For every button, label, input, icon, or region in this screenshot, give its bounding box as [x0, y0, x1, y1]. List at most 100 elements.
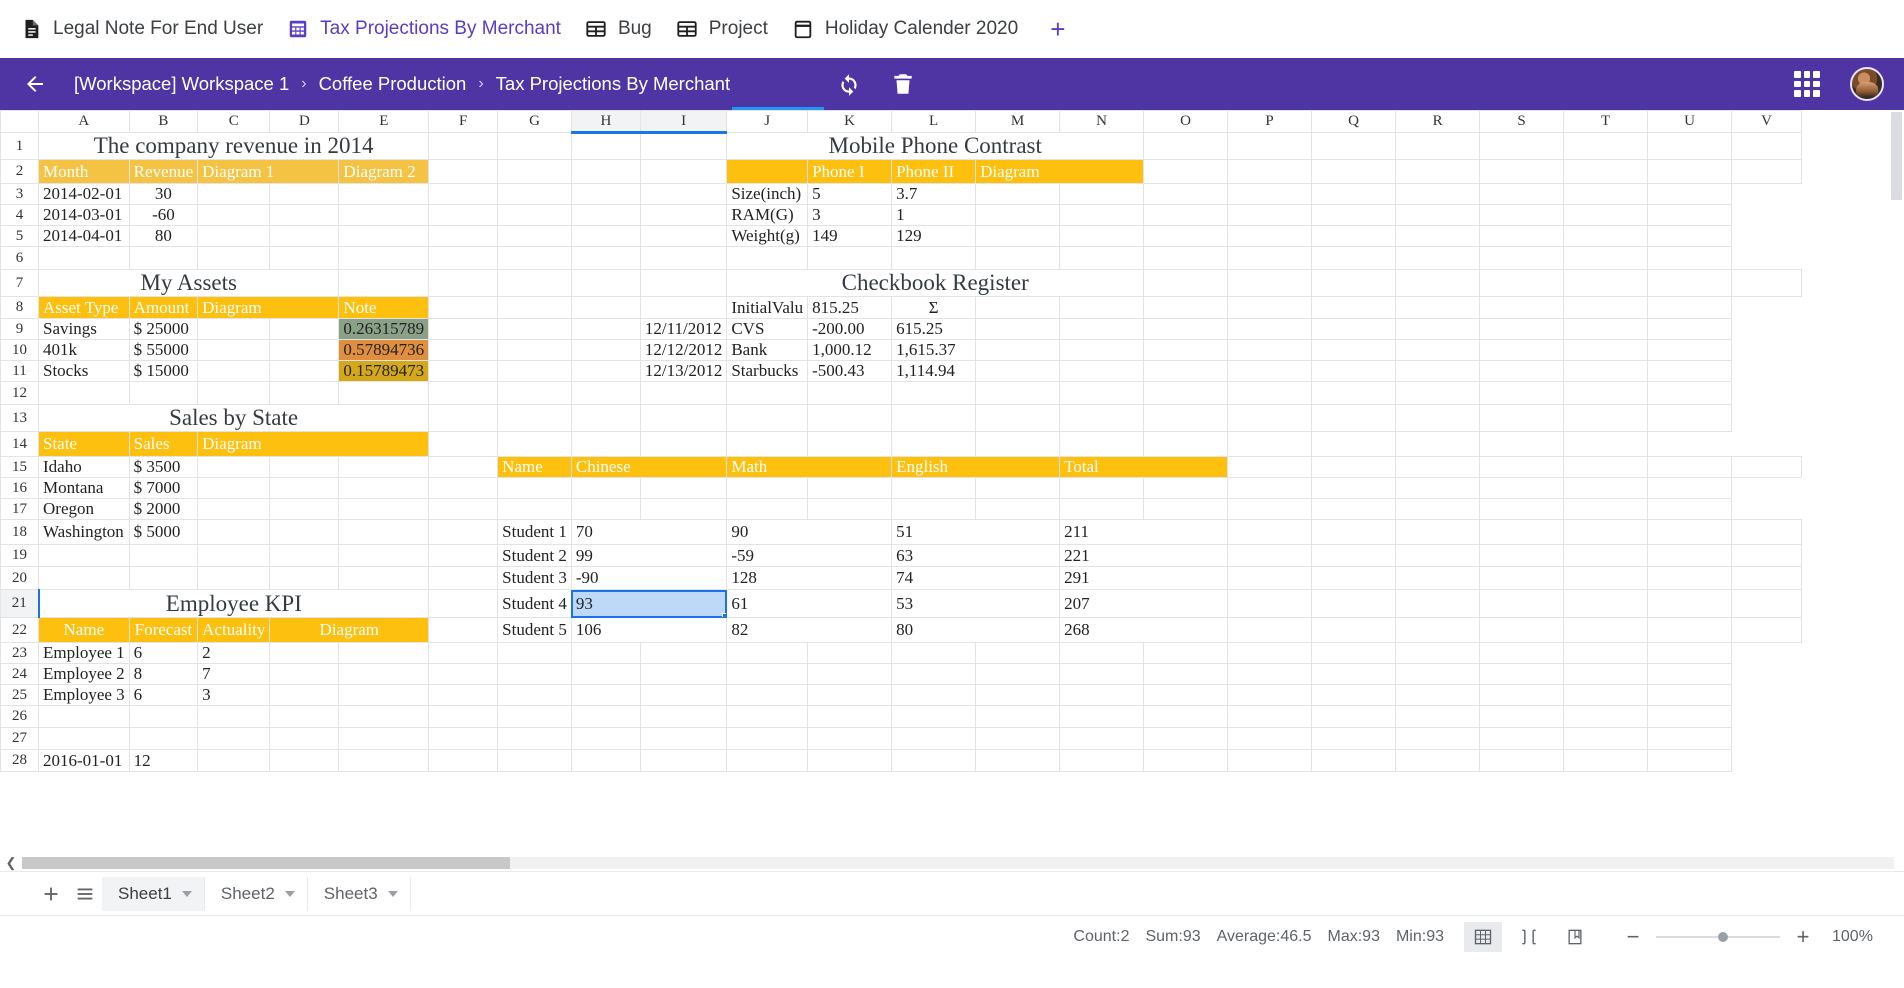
add-sheet-icon[interactable] — [34, 877, 68, 911]
cell[interactable] — [197, 477, 271, 499]
cell-asset-type[interactable]: Savings — [38, 318, 130, 340]
cell-asset-note[interactable]: 0.57894736 — [338, 339, 430, 361]
cell[interactable] — [428, 159, 499, 184]
cell[interactable] — [975, 246, 1061, 270]
row-header-17[interactable]: 17 — [0, 498, 39, 520]
cell-revenue-value[interactable]: -60 — [128, 204, 199, 226]
cell-state[interactable]: Montana — [38, 477, 130, 499]
cell[interactable] — [1395, 296, 1481, 319]
cell-math[interactable]: 61 — [726, 589, 893, 618]
cell-student-name[interactable]: Student 3 — [497, 566, 572, 590]
column-header-Q[interactable]: Q — [1311, 110, 1397, 133]
row-header-2[interactable]: 2 — [0, 159, 39, 184]
cell[interactable] — [639, 132, 728, 160]
refresh-icon[interactable] — [836, 71, 862, 97]
cell[interactable] — [1395, 132, 1481, 160]
cell[interactable] — [1227, 225, 1313, 247]
column-header-F[interactable]: F — [428, 110, 499, 133]
cell-employee-name[interactable]: Employee 3 — [38, 684, 130, 706]
row-header-19[interactable]: 19 — [0, 544, 39, 567]
cell[interactable] — [807, 727, 893, 750]
all-sheets-icon[interactable] — [68, 877, 102, 911]
tab-holiday-calendar[interactable]: Holiday Calender 2020 — [786, 9, 1036, 49]
cell[interactable] — [1563, 589, 1649, 618]
cell[interactable] — [1059, 749, 1145, 772]
row-header-16[interactable]: 16 — [0, 477, 39, 499]
cell[interactable] — [269, 684, 340, 706]
cell[interactable] — [269, 246, 340, 270]
cell[interactable] — [1311, 225, 1397, 247]
cell[interactable] — [1647, 360, 1733, 382]
cell[interactable] — [197, 204, 271, 226]
cell[interactable] — [807, 477, 893, 499]
cell[interactable] — [428, 519, 499, 545]
cell[interactable] — [428, 183, 499, 205]
header-phone-1[interactable]: Phone I — [807, 159, 893, 184]
cell[interactable] — [1479, 749, 1565, 772]
cell-chinese[interactable]: 106 — [570, 617, 728, 643]
cell[interactable] — [428, 431, 499, 457]
column-header-I[interactable]: I — [639, 110, 728, 134]
cell[interactable] — [1479, 544, 1565, 567]
cell[interactable] — [128, 381, 199, 405]
cell[interactable] — [1059, 225, 1145, 247]
cell[interactable] — [1311, 360, 1397, 382]
cell[interactable] — [428, 204, 499, 226]
row-header-18[interactable]: 18 — [0, 519, 39, 545]
row-header-11[interactable]: 11 — [0, 360, 39, 382]
cell[interactable] — [891, 705, 977, 728]
cell[interactable] — [639, 705, 728, 728]
cell[interactable] — [1731, 159, 1803, 184]
cell[interactable] — [1395, 663, 1481, 685]
cell[interactable] — [1227, 246, 1313, 270]
cell[interactable] — [570, 705, 641, 728]
cell[interactable] — [338, 642, 430, 664]
cell[interactable] — [1479, 589, 1565, 618]
column-header-S[interactable]: S — [1479, 110, 1565, 133]
cell-total[interactable]: 291 — [1059, 566, 1229, 590]
cell[interactable] — [891, 749, 977, 772]
cell[interactable] — [1731, 544, 1803, 567]
header-total[interactable]: Total — [1059, 456, 1229, 478]
cell[interactable] — [1731, 566, 1803, 590]
cell[interactable] — [1395, 269, 1481, 297]
cell-state[interactable]: Washington — [38, 519, 130, 545]
cell[interactable] — [807, 246, 893, 270]
cell[interactable] — [1227, 477, 1313, 499]
cell[interactable] — [1311, 269, 1397, 297]
cell[interactable] — [975, 431, 1061, 457]
table-row[interactable]: 3 2014-02-01 30 Size(inch) 5 3.7 — [0, 183, 1802, 205]
cell[interactable] — [1311, 404, 1397, 432]
cell[interactable] — [428, 498, 499, 520]
cell[interactable] — [1563, 296, 1649, 319]
cell[interactable] — [639, 642, 728, 664]
table-row[interactable]: 17 Oregon $ 2000 — [0, 498, 1802, 520]
cell[interactable] — [1059, 684, 1145, 706]
cell[interactable] — [570, 642, 641, 664]
cell[interactable] — [1143, 339, 1229, 361]
cell[interactable] — [891, 642, 977, 664]
cell-revenue-month[interactable]: 2014-04-01 — [38, 225, 130, 247]
cell-forecast[interactable]: 6 — [128, 642, 199, 664]
cell[interactable] — [1059, 296, 1145, 319]
zoom-slider-handle[interactable] — [1718, 931, 1728, 942]
cell[interactable] — [1647, 566, 1733, 590]
cell-state-sales[interactable]: $ 7000 — [128, 477, 199, 499]
cell[interactable] — [726, 477, 809, 499]
cell[interactable] — [1479, 431, 1565, 457]
row-header-26[interactable]: 26 — [0, 705, 39, 728]
cell[interactable] — [1143, 246, 1229, 270]
cell[interactable] — [1227, 519, 1313, 545]
cell[interactable] — [975, 339, 1061, 361]
cell[interactable] — [1479, 705, 1565, 728]
cell[interactable] — [38, 727, 130, 750]
cell[interactable] — [1227, 404, 1313, 432]
cell[interactable] — [428, 684, 499, 706]
cell[interactable] — [639, 431, 728, 457]
cell[interactable] — [1395, 749, 1481, 772]
cell-asset-type[interactable]: Stocks — [38, 360, 130, 382]
cell[interactable] — [726, 381, 809, 405]
cell[interactable] — [1311, 566, 1397, 590]
cell[interactable] — [891, 404, 977, 432]
table-row[interactable]: 19 Student 2 99 -59 63 221 — [0, 544, 1803, 567]
